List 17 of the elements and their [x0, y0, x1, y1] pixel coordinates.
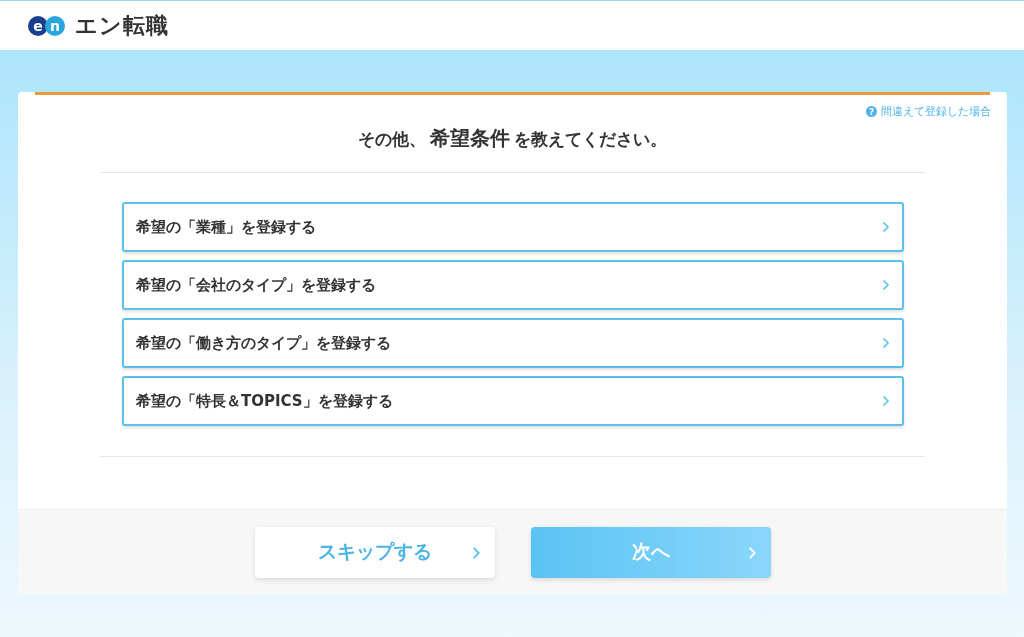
option-button[interactable]: 希望の「業種」を登録する: [122, 202, 904, 252]
heading-emphasis: 希望条件: [430, 125, 510, 152]
chevron-icon: [882, 279, 890, 291]
option-button[interactable]: 希望の「特長＆TOPICS」を登録する: [122, 376, 904, 426]
help-icon: ?: [866, 106, 877, 117]
logo-mark: e: [28, 15, 48, 36]
chevron-icon: [882, 395, 890, 407]
chevron-icon: [747, 545, 757, 560]
chevron-icon: [882, 221, 890, 233]
chevron-icon: [471, 545, 481, 560]
logo-mark: n: [45, 15, 65, 36]
option-button[interactable]: 希望の「働き方のタイプ」を登録する: [122, 318, 904, 368]
heading-text: その他、: [358, 128, 426, 151]
chevron-icon: [882, 337, 890, 349]
heading-text: を教えてください。: [514, 128, 667, 151]
option-button[interactable]: 希望の「会社のタイプ」を登録する: [122, 260, 904, 310]
logo-text: エン転職: [75, 11, 169, 40]
